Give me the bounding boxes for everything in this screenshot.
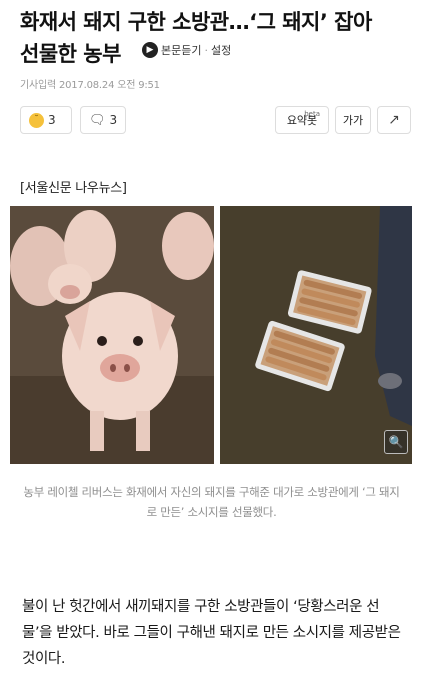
comment-button[interactable]: 🗨 3 bbox=[80, 106, 126, 134]
speaker-icon[interactable]: ▶ bbox=[142, 42, 158, 58]
headline-line1: 화재서 돼지 구한 소방관…‘그 돼지’ 잡아 bbox=[20, 10, 372, 34]
comment-count: 3 bbox=[109, 113, 118, 127]
news-source: [서울신문 나우뉴스] bbox=[20, 181, 127, 196]
summary-bot-button[interactable]: 요약봇 beta bbox=[275, 106, 329, 134]
font-size-label: 가가 bbox=[342, 114, 364, 127]
settings-link[interactable]: 설정 bbox=[211, 42, 231, 58]
beta-badge: beta bbox=[304, 110, 320, 118]
article-meta: 기사입력 2017.08.24 오전 9:51 bbox=[20, 80, 160, 91]
article-photo[interactable]: 🔍 bbox=[10, 206, 412, 464]
sad-face-icon: ˘ bbox=[29, 112, 44, 128]
headline-line2: 선물한 농부 bbox=[20, 42, 121, 66]
share-button[interactable]: ↗ bbox=[377, 106, 411, 134]
listen-controls: ▶ 본문듣기 · 설정 bbox=[142, 40, 231, 60]
separator-dot: · bbox=[204, 43, 208, 57]
comment-bubble-icon: 🗨 bbox=[89, 112, 106, 128]
sad-count: 3 bbox=[48, 113, 56, 127]
reactions: ˘ 3 🗨 3 bbox=[20, 106, 126, 134]
article-body: 불이 난 헛간에서 새끼돼지를 구한 소방관들이 ‘당황스러운 선물’을 받았다… bbox=[22, 599, 401, 667]
headline: 화재서 돼지 구한 소방관…‘그 돼지’ 잡아 선물한 농부 bbox=[20, 6, 410, 70]
photo-caption: 농부 레이첼 리버스는 화재에서 자신의 돼지를 구해준 대가로 소방관에게 ‘… bbox=[23, 485, 400, 519]
listen-button[interactable]: 본문듣기 bbox=[161, 42, 201, 58]
share-icon: ↗ bbox=[388, 112, 400, 128]
article-tools: 요약봇 beta 가가 ↗ bbox=[275, 106, 411, 134]
article: 화재서 돼지 구한 소방관…‘그 돼지’ 잡아 선물한 농부 ▶ 본문듣기 · … bbox=[0, 0, 423, 684]
sad-reaction-button[interactable]: ˘ 3 bbox=[20, 106, 72, 134]
font-size-button[interactable]: 가가 bbox=[335, 106, 371, 134]
zoom-icon[interactable]: 🔍 bbox=[384, 430, 408, 454]
photo-illustration bbox=[10, 206, 412, 464]
